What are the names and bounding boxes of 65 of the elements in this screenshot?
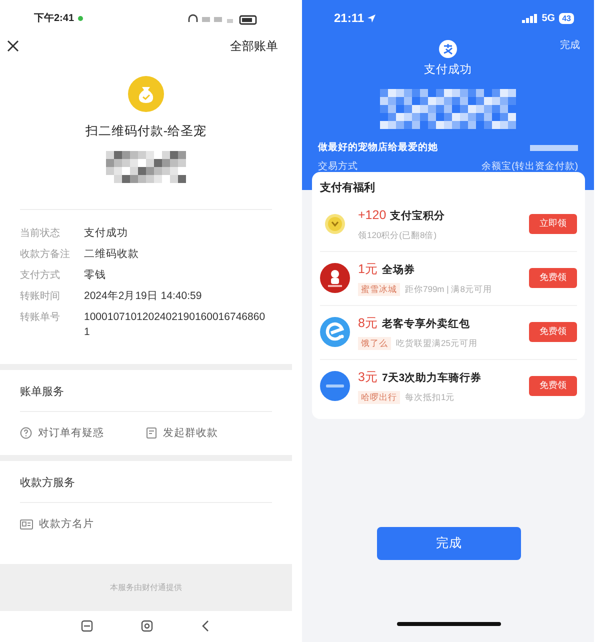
signal-icon [522,14,538,22]
benefit-description: 距你799m | 满8元可用 [405,283,492,296]
round-logo-icon [320,371,350,401]
claim-button[interactable]: 免费领 [529,268,577,288]
benefit-amount: 8元 [358,315,378,332]
benefit-title: 全场券 [382,263,415,278]
snowman-logo-icon [320,263,350,293]
claim-button[interactable]: 免费领 [529,322,577,342]
detail-value: 零钱 [84,268,107,284]
claim-button[interactable]: 免费领 [529,376,577,396]
brand-tag: 哈啰出行 [358,390,400,404]
detail-label: 转账时间 [20,290,61,304]
benefit-title: 老客专享外卖红包 [382,317,470,332]
detail-value: 2024年2月19日 14:40:59 [84,289,203,304]
location-icon [367,14,376,22]
benefit-amount: 3元 [358,369,378,386]
swirl-logo-icon [320,317,350,347]
footer-note: 本服务由财付通提供 [110,582,182,594]
battery-indicator: 43 [559,12,574,24]
card-icon [20,518,33,530]
benefit-description: 吃货联盟满25元可用 [396,337,478,350]
payment-logo-icon [439,40,457,58]
payment-title: 扫二维码付款-给圣宠 [84,123,208,140]
status-time: 21:11 [334,10,364,27]
home-icon[interactable] [141,620,153,632]
back-icon[interactable] [201,620,211,632]
detail-label: 支付方式 [20,268,61,284]
all-bills-link[interactable]: 全部账单 [230,36,278,55]
benefit-description: 领120积分(已翻8倍) [358,228,437,242]
pixelated-value [530,145,578,152]
brand-tag: 蜜雪冰城 [358,282,400,296]
benefit-title: 7天3次助力车骑行券 [382,371,482,386]
benefit-description: 每次抵扣1元 [405,391,455,404]
detail-label: 当前状态 [20,226,61,242]
brand-tag: 饿了么 [358,336,391,350]
card-title: 支付有福利 [320,180,376,196]
benefit-amount: +120 [358,206,386,224]
benefit-amount: 1元 [358,261,378,278]
detail-label: 转账单号 [20,310,61,326]
detail-value: 支付成功 [84,226,129,242]
network-label: 5G [542,12,556,26]
section-title: 收款方服务 [20,476,76,492]
menu-icon[interactable] [81,620,93,632]
claim-button[interactable]: 立即领 [529,214,577,234]
benefit-title: 支付宝积分 [390,208,446,224]
done-link[interactable]: 完成 [560,38,580,53]
service-link[interactable]: 收款方名片 [20,516,94,532]
row-value: 余额宝(转出资金付款) [482,160,578,174]
service-link[interactable]: 发起群收款 [146,426,218,442]
row-label: 交易方式 [318,160,358,174]
status-icons-drawing [188,12,258,25]
close-button[interactable] [6,38,20,53]
detail-value: 10001071012024021901600167468601 [84,310,266,340]
detail-label: 收款方备注 [20,248,71,262]
service-link[interactable]: 对订单有疑惑 [20,426,104,442]
status-time: 下午2:41 [34,12,74,26]
status-dot-icon [78,16,84,22]
question-icon [20,427,32,440]
money-bag-icon [128,76,164,112]
document-icon [146,427,157,440]
done-button[interactable]: 完成 [377,527,521,560]
detail-value: 二维码收款 [84,247,140,262]
merchant-name: 做最好的宠物店给最爱的她 [318,141,438,156]
section-title: 账单服务 [20,385,65,400]
payment-status: 支付成功 [423,62,473,78]
